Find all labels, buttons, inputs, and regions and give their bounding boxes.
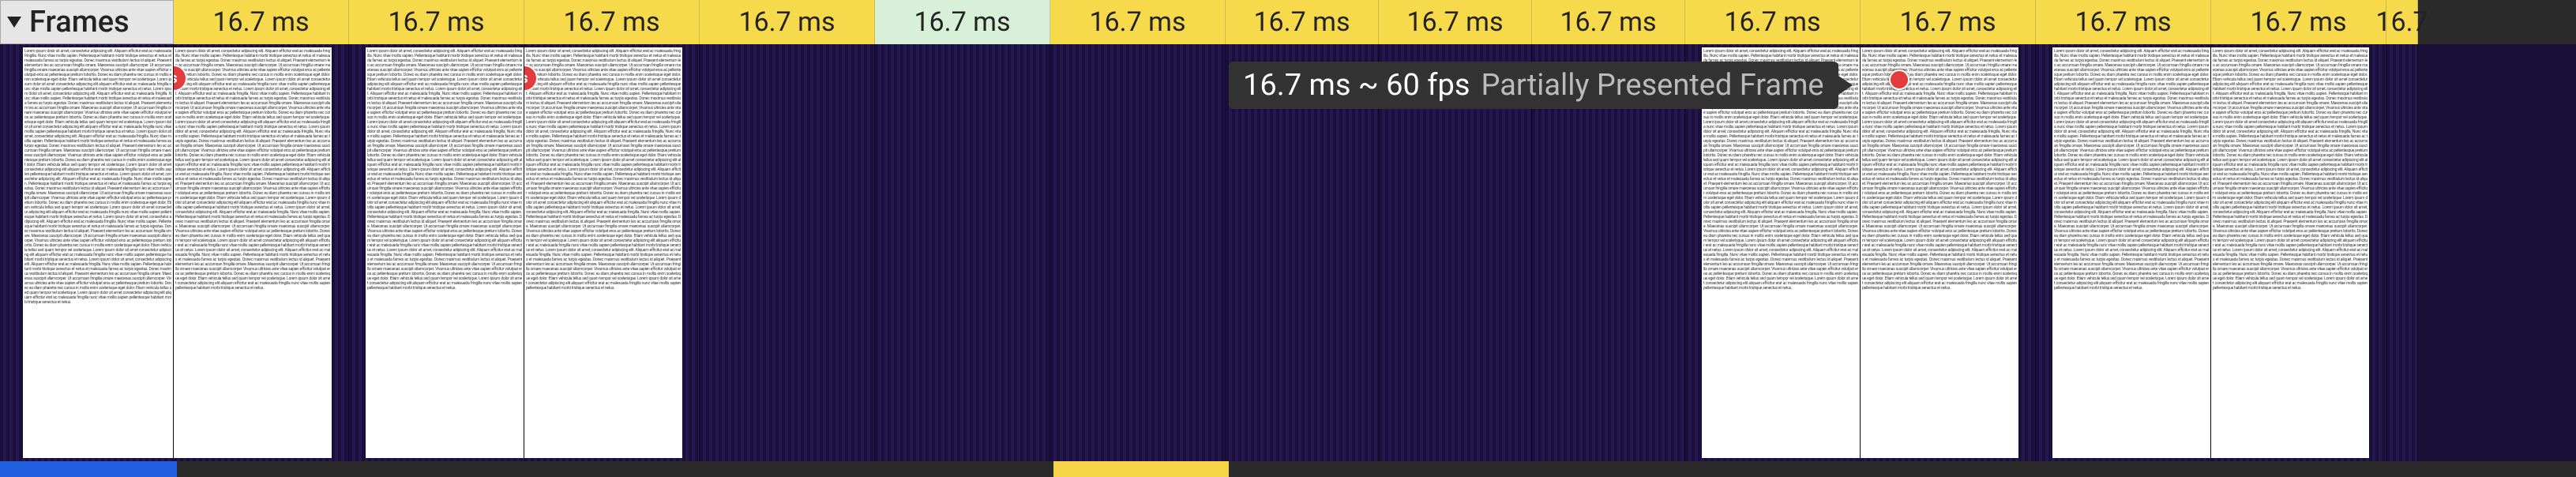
frame-duration-label: 16.7 ms [738,6,835,38]
footer-segment [1053,461,1229,477]
footer-segment [1688,461,1864,477]
frame-duration-label: 16.7 ms [2075,6,2171,38]
footer-segment [1382,461,1535,477]
frame-duration-label: 16.7 ms [1560,6,1656,38]
frame-cell[interactable]: 16.7 ms [524,0,700,44]
filmstrip-slot [2386,44,2418,461]
footer-segment [528,461,703,477]
footer-segment [1229,461,1382,477]
frame-duration-label: 16.7 ms [388,6,484,38]
frames-row-toggle[interactable]: Frames [0,0,174,44]
filmstrip-slot: Lorem ipsum dolor sit amet, consectetur … [349,44,524,461]
filmstrip-slot: Lorem ipsum dolor sit amet, consectetur … [2211,44,2386,461]
filmstrip-slot [700,44,875,461]
frame-cell[interactable]: 16.7 ms [700,0,875,44]
footer-segment [177,461,352,477]
frame-cell[interactable]: 16.7 ms [1379,0,1532,44]
frame-duration-label: 16.7 ms [563,6,659,38]
frame-cell[interactable]: 16.7 ms [1226,0,1379,44]
tooltip-description: Partially Presented Frame [1481,68,1823,103]
frames-timeline: Frames 16.7 ms16.7 ms16.7 ms16.7 ms16.7 … [0,0,2576,477]
screenshot-thumbnail[interactable]: Lorem ipsum dolor sit amet, consectetur … [2211,47,2369,458]
frame-duration-label: 16.7 ms [212,6,309,38]
frame-cells-container: 16.7 ms 16.7 ms 16.7 ms 16.7 ms 16.7 ms 16.7 … [174,0,2576,44]
tooltip-arrow-icon [1838,76,1853,95]
screenshot-thumbnail[interactable]: Lorem ipsum dolor sit amet, consectetur … [366,47,524,458]
frame-cell[interactable]: 16.7 ms [1050,0,1226,44]
frame-cell[interactable]: 16.7 ms [2211,0,2386,44]
thumbnail-content: Lorem ipsum dolor sit amet, consectetur … [174,47,332,458]
collapse-triangle-icon [7,17,21,28]
frame-tooltip: 16.7 ms ~ 60 fps Partially Presented Fra… [1229,62,1838,109]
tooltip-duration: 16.7 ms ~ 60 fps [1243,68,1470,103]
thumbnail-content: Lorem ipsum dolor sit amet, consectetur … [1702,47,1860,458]
thumbnail-content: Lorem ipsum dolor sit amet, consectetur … [2052,47,2210,458]
frame-duration-label: 16.7 ms [1724,6,1820,38]
footer-segment [0,461,177,477]
thumbnail-content: Lorem ipsum dolor sit amet, consectetur … [2211,47,2369,458]
frame-cell[interactable]: 16.7 ms [174,0,349,44]
filmstrip-slot: Lorem ipsum dolor sit amet, consectetur … [524,44,700,461]
frame-duration-label: 16.7 ms [1899,6,1996,38]
footer-segment [2214,461,2390,477]
screenshot-thumbnail[interactable]: Lorem ipsum dolor sit amet, consectetur … [2052,47,2210,458]
frame-cell[interactable]: 16.7 ms [875,0,1050,44]
thumbnail-content: Lorem ipsum dolor sit amet, consectetur … [524,47,682,458]
frame-duration-label: 16.7 ms [1406,6,1503,38]
screenshot-thumbnail[interactable]: Lorem ipsum dolor sit amet, consectetur … [1702,47,1860,458]
screenshot-thumbnail[interactable]: Lorem ipsum dolor sit amet, consectetur … [524,47,682,458]
frame-duration-label: 16.7 ms [2250,6,2346,38]
footer-segment [2039,461,2214,477]
frame-cell[interactable]: 16.7 ms [1532,0,1685,44]
screenshot-thumbnail[interactable]: Lorem ipsum dolor sit amet, consectetur … [23,47,173,458]
footer-segment [1864,461,2039,477]
frame-marker-icon [1889,69,1909,90]
frame-cell[interactable]: 16.7 ms [1685,0,1861,44]
frames-row-label: Frames [29,5,130,39]
screenshot-thumbnail[interactable]: Lorem ipsum dolor sit amet, consectetur … [174,47,332,458]
thumbnail-content: Lorem ipsum dolor sit amet, consectetur … [1861,47,2018,458]
frame-duration-label: 16.7 ms [1253,6,1350,38]
thumbnail-content: Lorem ipsum dolor sit amet, consectetur … [23,47,173,458]
footer-segment [2390,461,2418,477]
frame-cell[interactable]: 16.7 [2386,0,2418,44]
footer-segment [703,461,878,477]
frames-header-row: Frames 16.7 ms16.7 ms16.7 ms16.7 ms16.7 … [0,0,2576,44]
frame-duration-label: 16.7 ms [914,6,1010,38]
filmstrip-slot: Lorem ipsum dolor sit amet, consectetur … [2036,44,2211,461]
filmstrip-slot: Lorem ipsum dolor sit amet, consectetur … [174,44,349,461]
frame-duration-label: 16.7 ms [1089,6,1185,38]
frame-cell[interactable]: 16.7 ms [2036,0,2211,44]
thumbnail-content: Lorem ipsum dolor sit amet, consectetur … [366,47,524,458]
footer-segment [352,461,528,477]
screenshot-thumbnail[interactable]: Lorem ipsum dolor sit amet, consectetur … [1861,47,2018,458]
filmstrip-slot: Lorem ipsum dolor sit amet, consectetur … [1861,44,2036,461]
footer-segment [1535,461,1688,477]
filmstrip-slot [1050,44,1226,461]
frame-cell[interactable]: 16.7 ms [349,0,524,44]
footer-track [0,461,2576,477]
frame-duration-label: 16.7 [2375,6,2428,38]
frame-cell[interactable]: 16.7 ms [1861,0,2036,44]
filmstrip-slot [875,44,1050,461]
filmstrip-slot: Lorem ipsum dolor sit amet, consectetur … [0,44,174,461]
footer-segment [878,461,1053,477]
